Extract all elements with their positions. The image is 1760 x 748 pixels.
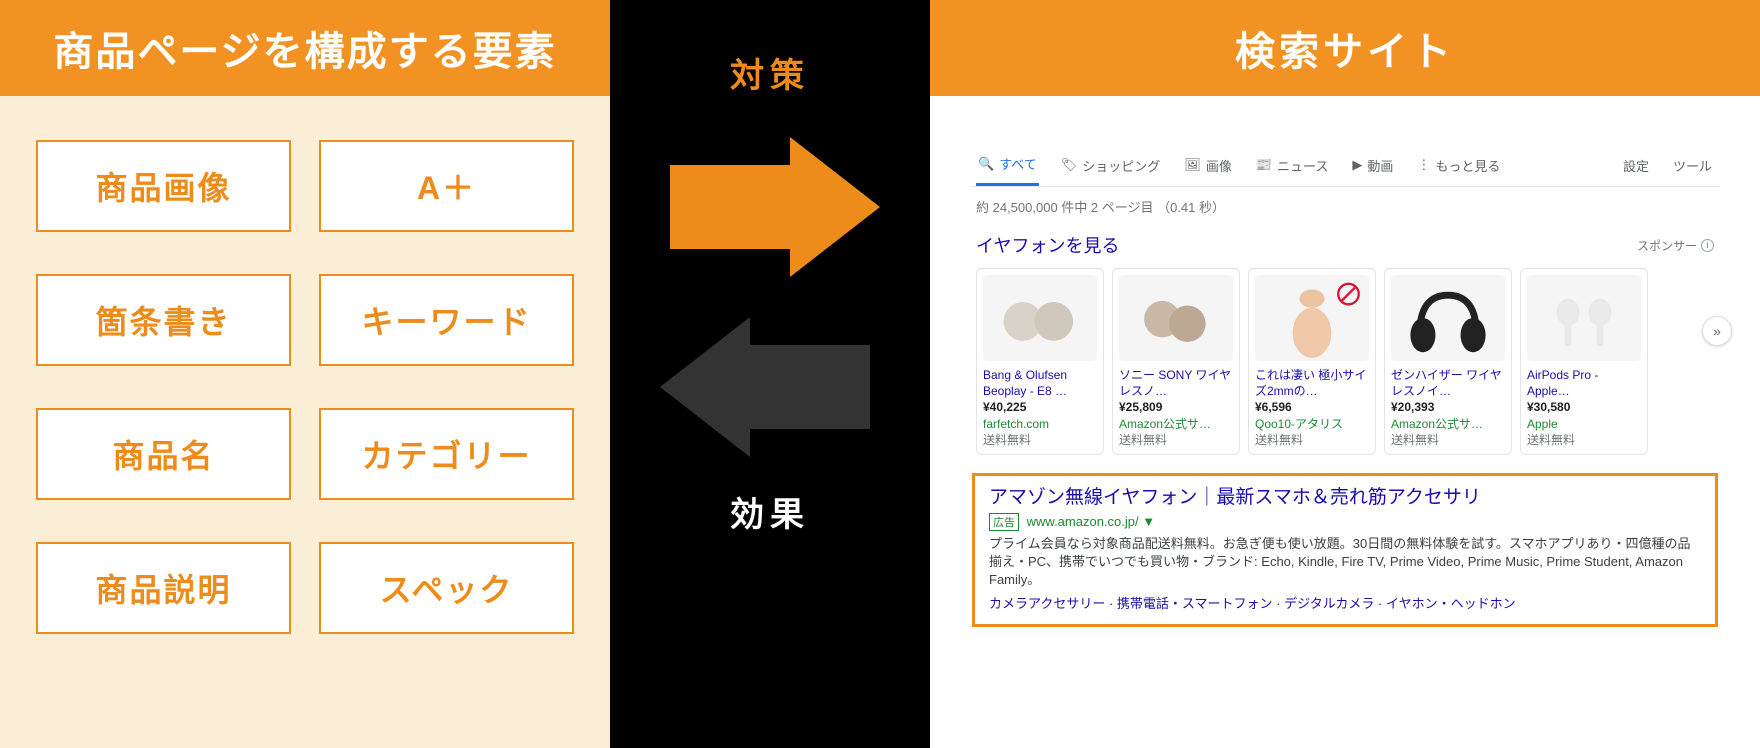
product-thumb xyxy=(1255,275,1369,361)
left-body: 商品画像 A＋ 箇条書き キーワード 商品名 カテゴリー 商品説明 スペック xyxy=(0,96,610,748)
left-title: 商品ページを構成する要素 xyxy=(53,19,556,77)
tab-more[interactable]: ⋮ もっと見る xyxy=(1415,150,1502,185)
tab-images[interactable]: 🖼 画像 xyxy=(1182,150,1234,185)
news-icon: 📰 xyxy=(1256,157,1272,173)
more-icon: ⋮ xyxy=(1417,157,1430,173)
image-icon: 🖼 xyxy=(1184,157,1201,173)
carousel-next-button[interactable]: » xyxy=(1702,316,1732,346)
elem-box: 箇条書き xyxy=(36,274,291,366)
ad-title[interactable]: アマゾン無線イヤフォン｜最新スマホ＆売れ筋アクセサリ xyxy=(989,486,1701,511)
result-stats: 約 24,500,000 件中 2 ページ目 （0.41 秒） xyxy=(970,187,1720,226)
elem-box: 商品説明 xyxy=(36,542,291,634)
tab-tools[interactable]: ツール xyxy=(1671,150,1714,185)
info-icon[interactable]: i xyxy=(1701,239,1714,252)
product-card[interactable]: これは凄い 極小サイズ2mmの… ¥6,596 Qoo10-アタリス 送料無料 xyxy=(1248,268,1376,455)
product-card[interactable]: ゼンハイザー ワイヤレスノイ… ¥20,393 Amazon公式サ… 送料無料 xyxy=(1384,268,1512,455)
tab-shopping[interactable]: 🏷 ショッピング xyxy=(1059,150,1163,185)
right-header: 検索サイト xyxy=(930,0,1760,96)
highlighted-ad: アマゾン無線イヤフォン｜最新スマホ＆売れ筋アクセサリ 広告 www.amazon… xyxy=(972,473,1718,627)
elem-box: カテゴリー xyxy=(319,408,574,500)
chevron-right-icon: » xyxy=(1713,323,1721,339)
right-body: 🔍 すべて 🏷 ショッピング 🖼 画像 📰 ニュース ▶ 動画 xyxy=(930,96,1760,748)
product-thumb xyxy=(1391,275,1505,361)
center-top-label: 対策 xyxy=(730,48,810,97)
elem-box: A＋ xyxy=(319,140,574,232)
product-thumb xyxy=(1119,275,1233,361)
arrow-right-icon xyxy=(670,137,880,277)
ad-sitelinks[interactable]: カメラアクセサリー · 携帯電話・スマートフォン · デジタルカメラ · イヤホ… xyxy=(989,593,1701,612)
elements-grid: 商品画像 A＋ 箇条書き キーワード 商品名 カテゴリー 商品説明 スペック xyxy=(36,140,574,634)
elem-box: スペック xyxy=(319,542,574,634)
right-title: 検索サイト xyxy=(1235,19,1455,77)
elem-box: 商品画像 xyxy=(36,140,291,232)
arrows xyxy=(640,117,900,477)
sponsor-label: スポンサー i xyxy=(1637,237,1714,254)
elem-box: キーワード xyxy=(319,274,574,366)
shopping-heading[interactable]: イヤフォンを見る xyxy=(976,232,1119,258)
product-card[interactable]: ソニー SONY ワイヤレスノ… ¥25,809 Amazon公式サ… 送料無料 xyxy=(1112,268,1240,455)
elem-box: 商品名 xyxy=(36,408,291,500)
tab-settings[interactable]: 設定 xyxy=(1621,150,1651,185)
shopping-block: イヤフォンを見る スポンサー i Bang & Olufsen Beoplay … xyxy=(970,226,1720,455)
search-icon: 🔍 xyxy=(978,156,994,172)
serp: 🔍 すべて 🏷 ショッピング 🖼 画像 📰 ニュース ▶ 動画 xyxy=(970,142,1720,627)
product-card[interactable]: Bang & Olufsen Beoplay - E8 … ¥40,225 fa… xyxy=(976,268,1104,455)
ad-description: プライム会員なら対象商品配送料無料。お急ぎ便も使い放題。30日間の無料体験を試す… xyxy=(989,535,1701,590)
chevron-down-icon[interactable]: ▼ xyxy=(1142,514,1155,529)
serp-tabs: 🔍 すべて 🏷 ショッピング 🖼 画像 📰 ニュース ▶ 動画 xyxy=(970,142,1720,187)
product-cards: Bang & Olufsen Beoplay - E8 … ¥40,225 fa… xyxy=(976,268,1714,455)
tab-video[interactable]: ▶ 動画 xyxy=(1350,150,1395,185)
tab-all[interactable]: 🔍 すべて xyxy=(976,148,1039,186)
play-icon: ▶ xyxy=(1352,157,1362,173)
product-thumb xyxy=(983,275,1097,361)
tab-news[interactable]: 📰 ニュース xyxy=(1254,150,1331,185)
center-bottom-label: 効果 xyxy=(730,487,810,536)
product-card[interactable]: AirPods Pro - Apple… ¥30,580 Apple 送料無料 xyxy=(1520,268,1648,455)
arrow-left-icon xyxy=(660,317,870,457)
left-header: 商品ページを構成する要素 xyxy=(0,0,610,96)
ad-badge: 広告 xyxy=(989,513,1019,531)
tag-icon: 🏷 xyxy=(1061,157,1078,173)
center-panel: 対策 効果 xyxy=(610,0,930,748)
product-thumb xyxy=(1527,275,1641,361)
ad-url[interactable]: 広告 www.amazon.co.jp/ ▼ xyxy=(989,513,1701,531)
